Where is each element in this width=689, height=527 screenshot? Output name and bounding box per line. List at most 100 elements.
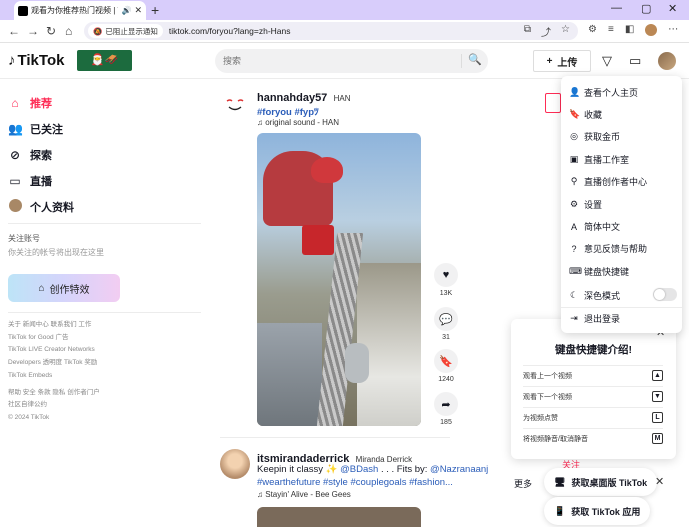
screen-cast-icon[interactable]: ⧉ xyxy=(524,24,531,39)
user-avatar[interactable] xyxy=(658,52,676,70)
post-author-avatar[interactable] xyxy=(220,449,250,479)
tiktok-logo[interactable]: ♪ TikTok xyxy=(8,52,64,69)
search-input[interactable] xyxy=(223,56,453,66)
menu-item-live-studio[interactable]: ▣ 直播工作室 xyxy=(569,153,629,166)
share-arrow-icon[interactable]: ➦ xyxy=(434,392,458,416)
close-window-icon[interactable]: ✕ xyxy=(668,2,677,15)
maximize-icon[interactable]: ▢ xyxy=(641,2,651,15)
post-music[interactable]: original sound - HAN xyxy=(265,118,339,127)
menu-item-label: 获取金币 xyxy=(584,132,621,142)
reading-list-icon[interactable]: ≡ xyxy=(608,24,614,36)
plus-icon: + xyxy=(546,55,553,67)
notification-blocked-label: 已阻止显示通知 xyxy=(105,26,158,36)
footer-links-row[interactable]: TikTok Embeds xyxy=(8,370,100,383)
get-app-label: 获取 TikTok 应用 xyxy=(571,506,641,517)
home-icon[interactable]: ⌂ xyxy=(65,24,72,38)
more-label[interactable]: 更多 xyxy=(514,477,532,490)
messages-icon[interactable]: ▭ xyxy=(629,53,641,69)
share-action[interactable]: ➦ 185 xyxy=(433,392,459,426)
close-tab-icon[interactable]: ✕ xyxy=(134,5,142,16)
post-music[interactable]: Stayin' Alive - Bee Gees xyxy=(265,490,351,499)
sidebar-item-label: 探索 xyxy=(30,150,52,162)
close-icon[interactable]: ✕ xyxy=(655,475,664,488)
menu-item-keyboard-shortcuts[interactable]: ⌨ 键盘快捷键 xyxy=(569,265,629,278)
more-menu-icon[interactable]: ⋯ xyxy=(668,24,678,36)
upload-button[interactable]: + 上传 xyxy=(533,50,591,72)
menu-item-favorites[interactable]: 🔖 收藏 xyxy=(569,108,602,121)
menu-item-live-creator-center[interactable]: ⚲ 直播创作者中心 xyxy=(569,175,647,188)
post-username[interactable]: hannahday57 xyxy=(257,92,327,104)
hashtag-link[interactable]: #foryou #fyp xyxy=(257,107,314,118)
footer-links-row[interactable]: 关于 新闻中心 联系我们 工作 xyxy=(8,319,100,332)
heart-icon[interactable]: ♥ xyxy=(434,263,458,287)
reload-icon[interactable]: ↻ xyxy=(46,24,56,38)
sidebar-item-following[interactable]: 👥 已关注 xyxy=(8,121,63,137)
menu-item-language[interactable]: A 简体中文 xyxy=(569,220,620,233)
speaker-icon[interactable]: 🔊 xyxy=(121,6,131,15)
inbox-send-icon[interactable]: ▽ xyxy=(602,53,612,69)
key-down-icon: ▼ xyxy=(652,391,663,402)
split-view-icon[interactable]: ◧ xyxy=(625,24,634,36)
star-icon[interactable]: ☆ xyxy=(561,24,570,39)
sidebar-item-explore[interactable]: ⊘ 探索 xyxy=(8,147,52,163)
holiday-banner[interactable]: 🎅🛷 xyxy=(77,50,132,71)
menu-item-label: 设置 xyxy=(584,200,603,210)
video-frame xyxy=(345,343,369,383)
menu-item-label: 收藏 xyxy=(584,110,603,120)
profile-avatar[interactable] xyxy=(645,24,658,36)
logout-icon: ⇥ xyxy=(570,313,578,323)
forward-icon[interactable]: → xyxy=(27,24,39,38)
menu-item-settings[interactable]: ⚙ 设置 xyxy=(569,198,602,211)
search-icon[interactable]: 🔍 xyxy=(468,53,482,66)
post-author-avatar[interactable] xyxy=(220,88,250,118)
sidebar-item-profile[interactable]: 个人资料 xyxy=(8,199,74,215)
footer-links-row[interactable]: 社区自律公约 xyxy=(8,399,100,412)
notification-blocked-pill[interactable]: 🔕 已阻止显示通知 xyxy=(88,24,163,38)
video-frame xyxy=(357,263,421,426)
footer-links-row[interactable]: TikTok LIVE Creator Networks xyxy=(8,344,100,357)
sidebar-item-for-you[interactable]: ⌂ 推荐 xyxy=(8,95,52,111)
get-mobile-app-button[interactable]: 📱 获取 TikTok 应用 xyxy=(544,497,651,525)
video-player[interactable] xyxy=(257,507,421,527)
dark-mode-toggle[interactable] xyxy=(653,288,677,301)
sidebar-item-label: 已关注 xyxy=(30,124,63,136)
save-action[interactable]: 🔖 1240 xyxy=(433,349,459,383)
sidebar-divider xyxy=(8,312,201,313)
mention-link[interactable]: @BDash xyxy=(340,464,378,475)
key-m-icon: M xyxy=(652,433,663,444)
follow-button[interactable] xyxy=(545,93,561,113)
tiktok-favicon-icon xyxy=(18,5,28,16)
menu-item-get-coins[interactable]: ◎ 获取金币 xyxy=(569,130,620,143)
extensions-icon[interactable]: ⚙ xyxy=(588,24,597,36)
new-tab-button[interactable]: + xyxy=(151,2,159,18)
get-desktop-app-button[interactable]: 🖥 获取桌面版 TikTok xyxy=(544,468,658,496)
shortcut-row: 为视频点赞 L xyxy=(523,407,663,427)
video-player[interactable] xyxy=(257,133,421,426)
share-icon[interactable]: ⤴ xyxy=(541,24,551,39)
back-icon[interactable]: ← xyxy=(8,24,20,38)
create-effects-button[interactable]: ⌂ 创作特效 xyxy=(8,274,120,302)
menu-item-feedback-help[interactable]: ? 意见反馈与帮助 xyxy=(569,242,647,255)
footer-links-row[interactable]: Developers 透明度 TikTok 奖励 xyxy=(8,357,100,370)
omnibox[interactable]: 🔕 已阻止显示通知 tiktok.com/foryou?lang=zh-Hans… xyxy=(84,22,578,40)
footer-links-row[interactable]: 帮助 安全 条款 隐私 创作者门户 xyxy=(8,387,100,400)
compass-icon: ⊘ xyxy=(9,148,21,162)
comment-action[interactable]: 💬 31 xyxy=(433,307,459,341)
minimize-icon[interactable]: — xyxy=(611,2,622,14)
search-box[interactable]: 🔍 xyxy=(215,49,488,73)
url-text[interactable]: tiktok.com/foryou?lang=zh-Hans xyxy=(169,26,291,36)
browser-tab[interactable]: 观看为你推荐热门视频 | TikTok 🔊 ✕ xyxy=(14,1,146,20)
menu-item-view-profile[interactable]: 👤 查看个人主页 xyxy=(569,86,638,99)
coin-icon: ◎ xyxy=(570,131,578,141)
bookmark-icon[interactable]: 🔖 xyxy=(434,349,458,373)
tab-title: 观看为你推荐热门视频 | TikTok xyxy=(31,6,118,15)
hashtag-link[interactable]: #wearthefuture #style #couplegoals #fash… xyxy=(257,477,453,488)
sidebar-item-live[interactable]: ▭ 直播 xyxy=(8,173,52,189)
footer-links-row[interactable]: TikTok for Good 广告 xyxy=(8,332,100,345)
video-frame xyxy=(311,157,343,183)
like-action[interactable]: ♥ 13K xyxy=(433,263,459,297)
menu-item-logout[interactable]: ⇥ 退出登录 xyxy=(569,312,620,325)
moon-icon: ☾ xyxy=(569,290,579,300)
comment-icon[interactable]: 💬 xyxy=(434,307,458,331)
mention-link[interactable]: @Nazranaanj xyxy=(430,464,488,475)
